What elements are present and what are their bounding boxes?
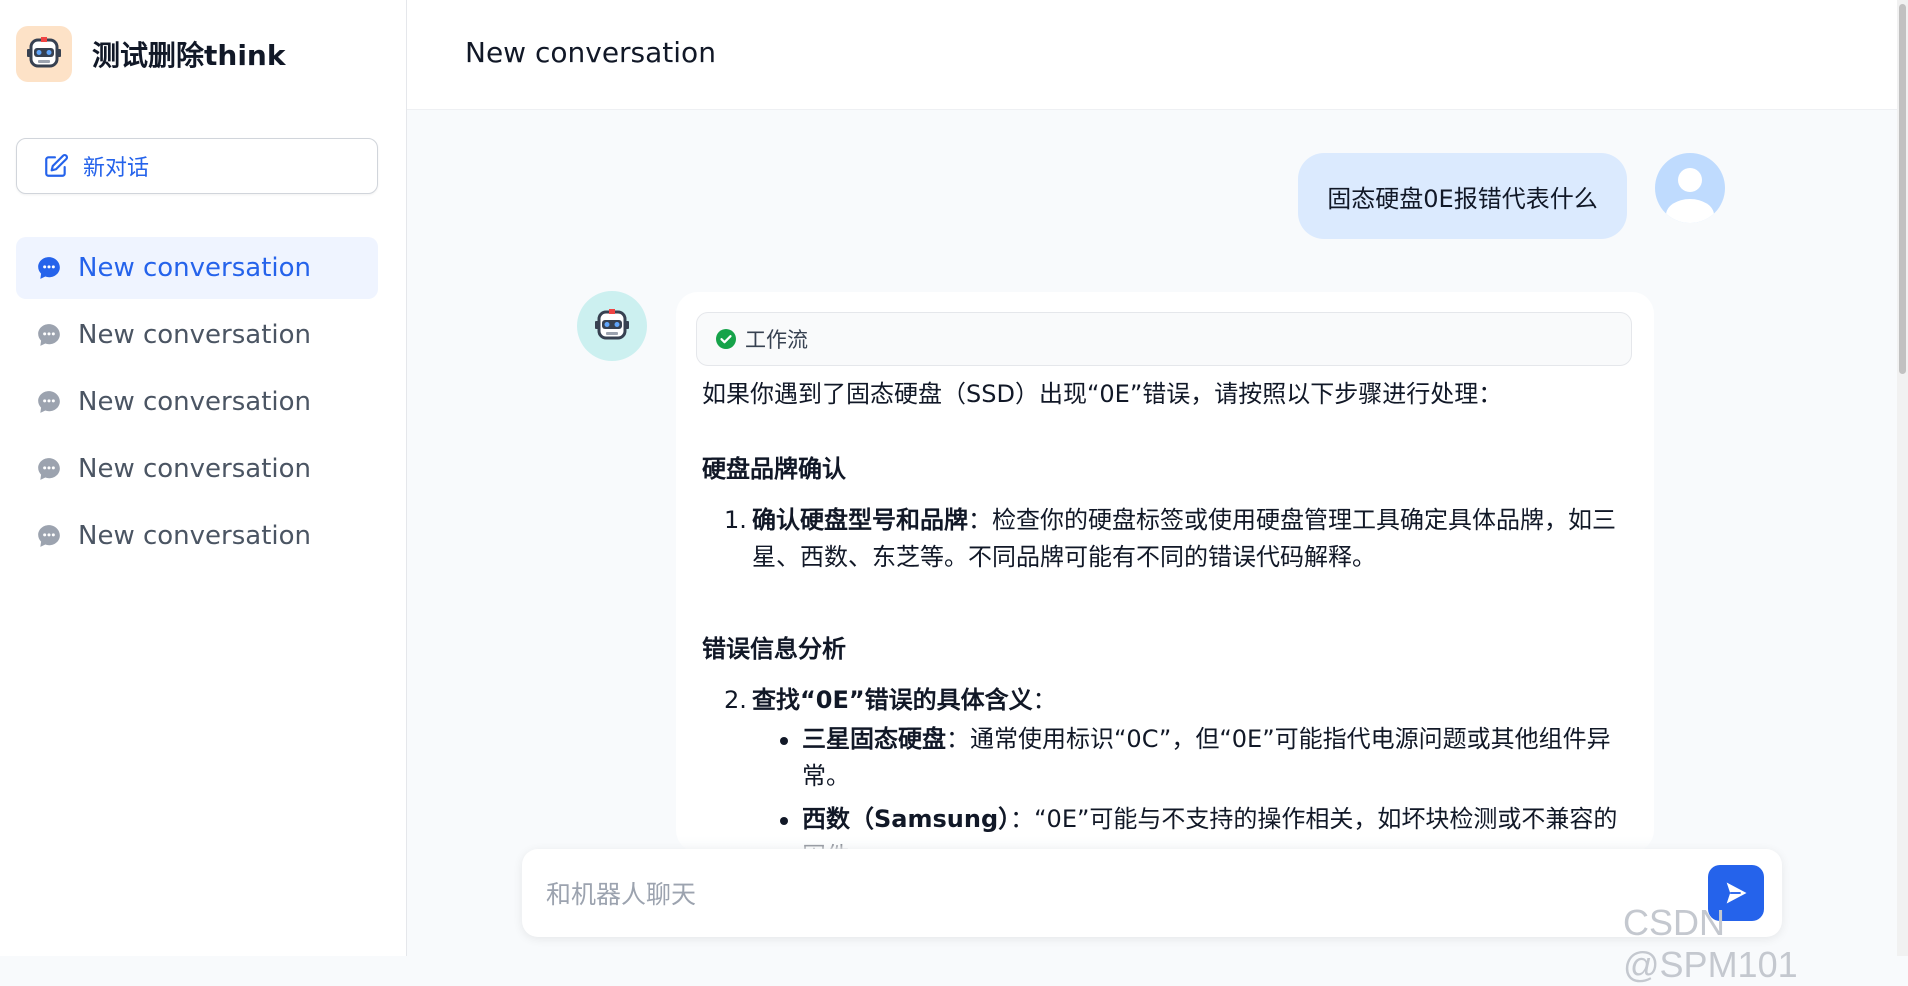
chat-input-box — [522, 849, 1782, 937]
chat-bubble-icon — [36, 389, 62, 415]
workflow-status[interactable]: 工作流 — [696, 312, 1632, 366]
section-heading: 错误信息分析 — [702, 635, 846, 663]
conversation-item[interactable]: New conversation — [16, 237, 378, 299]
bot-message: 工作流 如果你遇到了固态硬盘（SSD）出现“0E”错误，请按照以下步骤进行处理：… — [676, 292, 1654, 852]
app-title: 测试删除think — [92, 39, 286, 72]
new-chat-button[interactable]: 新对话 — [16, 138, 378, 194]
conversation-label: New conversation — [78, 521, 312, 551]
list-item: 1. 确认硬盘型号和品牌：检查你的硬盘标签或使用硬盘管理工具确定具体品牌，如三星… — [702, 502, 1622, 576]
edit-icon — [43, 153, 69, 179]
chat-bubble-icon — [36, 456, 62, 482]
bullet-title: 三星固态硬盘 — [802, 725, 946, 753]
item-title: 确认硬盘型号和品牌 — [752, 506, 968, 534]
section-heading: 硬盘品牌确认 — [702, 455, 846, 483]
conversation-list: New conversation New conversation New co… — [16, 237, 378, 572]
page-title: New conversation — [465, 36, 716, 69]
scrollbar-thumb[interactable] — [1899, 4, 1906, 374]
conversation-item[interactable]: New conversation — [16, 371, 378, 433]
answer-intro: 如果你遇到了固态硬盘（SSD）出现“0E”错误，请按照以下步骤进行处理： — [702, 380, 1503, 408]
user-message-text: 固态硬盘0E报错代表什么 — [1327, 184, 1598, 213]
header: New conversation — [407, 0, 1897, 110]
answer-content: 如果你遇到了固态硬盘（SSD）出现“0E”错误，请按照以下步骤进行处理： 硬盘品… — [702, 376, 1622, 852]
user-avatar-icon — [1666, 168, 1714, 223]
user-avatar — [1655, 153, 1725, 223]
watermark: CSDN @SPM101 — [1623, 902, 1798, 985]
conversation-label: New conversation — [78, 253, 312, 283]
new-chat-label: 新对话 — [83, 156, 150, 181]
conversation-item[interactable]: New conversation — [16, 304, 378, 366]
conversation-item[interactable]: New conversation — [16, 505, 378, 567]
chat-bubble-icon — [36, 322, 62, 348]
scrollbar[interactable] — [1897, 0, 1908, 956]
bullet-item: 三星固态硬盘：通常使用标识“0C”，但“0E”可能指代电源问题或其他组件异常。 — [780, 721, 1622, 795]
item-text: ： — [1032, 686, 1057, 714]
check-circle-icon — [715, 328, 737, 350]
robot-icon — [595, 309, 629, 340]
item-title: 查找“0E”错误的具体含义 — [752, 686, 1033, 714]
chat-bubble-icon — [36, 523, 62, 549]
bullet-list: 三星固态硬盘：通常使用标识“0C”，但“0E”可能指代电源问题或其他组件异常。 … — [702, 721, 1622, 852]
workflow-label: 工作流 — [745, 328, 808, 352]
conversation-label: New conversation — [78, 387, 312, 417]
bot-avatar — [577, 291, 647, 361]
conversation-label: New conversation — [78, 454, 312, 484]
robot-logo-icon — [16, 26, 72, 82]
list-item: 2. 查找“0E”错误的具体含义： — [702, 682, 1622, 719]
bullet-title: 西数（Samsung） — [802, 805, 1011, 833]
list-number: 2. — [724, 686, 747, 714]
chat-bubble-icon — [36, 255, 62, 281]
list-number: 1. — [724, 506, 747, 534]
conversation-item[interactable]: New conversation — [16, 438, 378, 500]
chat-input[interactable] — [544, 867, 1668, 921]
conversation-label: New conversation — [78, 320, 312, 350]
brand: 测试删除think — [16, 26, 285, 82]
user-message: 固态硬盘0E报错代表什么 — [1298, 153, 1627, 239]
sidebar: 测试删除think 新对话 New conversation New conve… — [0, 0, 407, 956]
